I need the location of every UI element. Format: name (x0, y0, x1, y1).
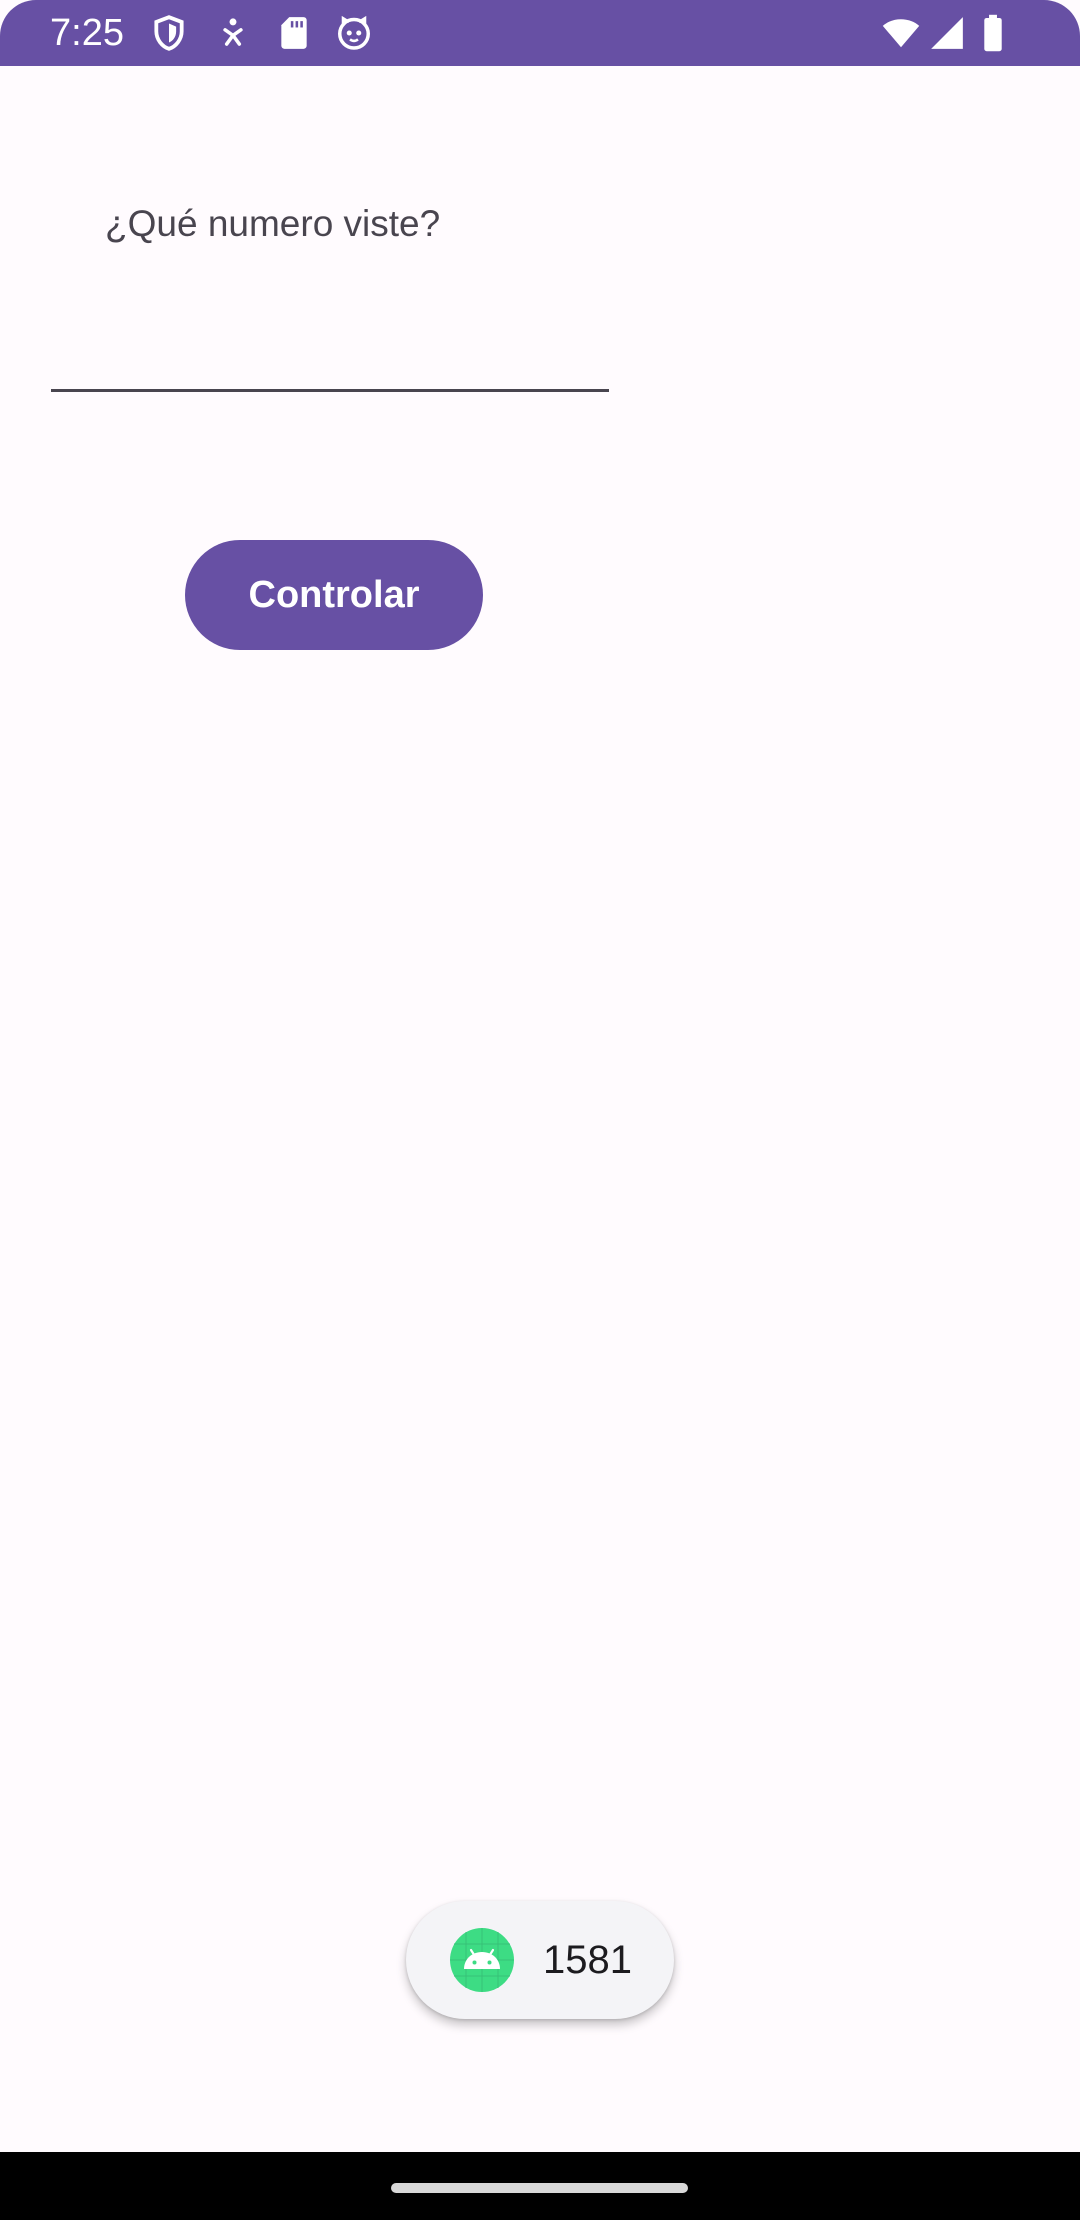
android-icon (450, 1928, 514, 1992)
sd-card-icon (275, 14, 313, 52)
status-bar: 7:25 (0, 0, 1080, 66)
prompt-label: ¿Qué numero viste? (105, 203, 441, 244)
gesture-handle[interactable] (391, 2183, 688, 2193)
app-screen: 7:25 ¿Qué numero viste? Controlar 1581 (0, 0, 1080, 2220)
number-input[interactable] (51, 300, 609, 392)
battery-icon (981, 14, 1005, 52)
wifi-icon (880, 14, 922, 52)
toast: 1581 (406, 1901, 674, 2019)
controlar-button[interactable]: Controlar (185, 540, 483, 650)
status-time: 7:25 (50, 12, 124, 54)
cellular-signal-icon (928, 14, 966, 52)
toast-text: 1581 (543, 1938, 632, 1982)
shield-icon (150, 14, 188, 52)
accessibility-icon (214, 14, 252, 52)
cat-face-icon (335, 14, 373, 52)
navigation-bar (0, 2152, 1080, 2220)
